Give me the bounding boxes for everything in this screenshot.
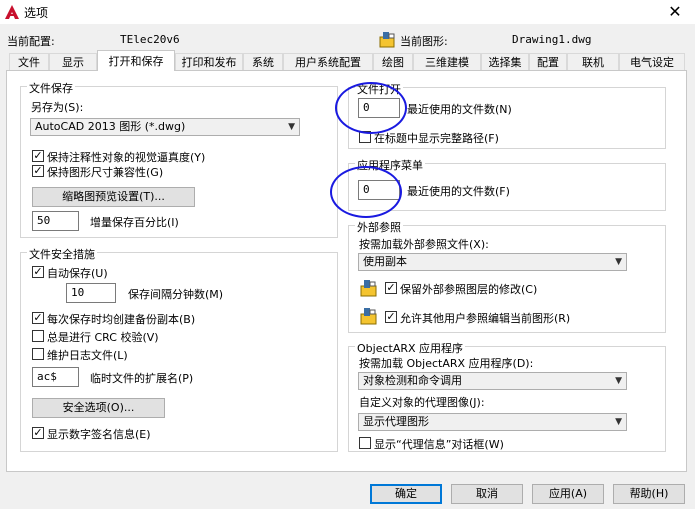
save-as-select[interactable]: AutoCAD 2013 图形 (*.dwg) ▼ <box>30 118 300 136</box>
title-bar <box>0 0 695 24</box>
objectarx-title: ObjectARX 应用程序 <box>355 340 466 356</box>
close-icon[interactable]: ✕ <box>660 1 690 23</box>
proxy-info-checkbox[interactable] <box>359 437 371 449</box>
save-as-value: AutoCAD 2013 图形 (*.dwg) <box>35 120 186 133</box>
temp-ext-label: 临时文件的扩展名(P) <box>90 372 194 385</box>
thumbnail-settings-button[interactable]: 缩略图预览设置(T)... <box>32 187 195 207</box>
tab-open-and-save[interactable]: 打开和保存 <box>97 50 175 71</box>
file-open-title: 文件打开 <box>355 81 403 97</box>
retain-xref-changes-checkbox[interactable]: ✓ <box>385 282 397 294</box>
keep-annotative-label: 保持注释性对象的视觉逼真度(Y) <box>47 151 206 164</box>
tab-files[interactable]: 文件 <box>9 53 49 70</box>
autosave-label: 自动保存(U) <box>47 267 108 280</box>
incremental-save-label: 增量保存百分比(I) <box>90 216 179 229</box>
autosave-minutes-label: 保存间隔分钟数(M) <box>128 288 224 301</box>
full-path-label: 在标题中显示完整路径(F) <box>374 132 499 145</box>
autosave-minutes-input[interactable]: 10 <box>66 283 116 303</box>
xref-demand-load-value: 使用副本 <box>363 255 407 268</box>
drawing-setting-icon <box>360 280 377 297</box>
backup-checkbox[interactable]: ✓ <box>32 312 44 324</box>
window-title: 选项 <box>24 6 49 20</box>
xref-demand-load-label: 按需加载外部参照文件(X): <box>359 238 489 251</box>
app-menu-recent-input[interactable]: 0 <box>358 180 400 200</box>
xref-title: 外部参照 <box>355 219 403 235</box>
keep-size-compat-checkbox[interactable]: ✓ <box>32 165 44 177</box>
autocad-app-icon <box>5 5 19 19</box>
tab-3d-modeling[interactable]: 三维建模 <box>413 53 481 70</box>
current-config-label: 当前配置: <box>7 35 55 48</box>
tab-online[interactable]: 联机 <box>567 53 619 70</box>
apply-button[interactable]: 应用(A) <box>532 484 604 504</box>
digital-signature-checkbox[interactable]: ✓ <box>32 427 44 439</box>
tab-selection[interactable]: 选择集 <box>481 53 529 70</box>
allow-edit-label: 允许其他用户参照编辑当前图形(R) <box>400 312 571 325</box>
arx-demand-load-value: 对象检测和命令调用 <box>363 374 462 387</box>
keep-size-compat-label: 保持图形尺寸兼容性(G) <box>47 166 164 179</box>
tab-system[interactable]: 系统 <box>243 53 283 70</box>
save-as-label: 另存为(S): <box>31 101 84 114</box>
tab-plot-and-publish[interactable]: 打印和发布 <box>175 53 243 70</box>
file-open-recent-input[interactable]: 0 <box>358 98 400 118</box>
drawing-setting-icon <box>360 308 377 325</box>
app-menu-title: 应用程序菜单 <box>355 157 425 173</box>
current-drawing-label: 当前图形: <box>400 35 448 48</box>
temp-ext-input[interactable]: ac$ <box>32 367 79 387</box>
xref-demand-load-select[interactable]: 使用副本 ▼ <box>358 253 627 271</box>
ok-button[interactable]: 确定 <box>370 484 442 504</box>
full-path-checkbox[interactable] <box>359 131 371 143</box>
proxy-info-label: 显示“代理信息”对话框(W) <box>374 438 504 451</box>
incremental-save-input[interactable]: 50 <box>32 211 79 231</box>
log-file-checkbox[interactable] <box>32 348 44 360</box>
crc-check-checkbox[interactable] <box>32 330 44 342</box>
app-menu-recent-label: 最近使用的文件数(F) <box>407 185 510 198</box>
tab-drafting[interactable]: 绘图 <box>373 53 413 70</box>
chevron-down-icon: ▼ <box>288 122 295 132</box>
proxy-images-label: 自定义对象的代理图像(J): <box>359 396 485 409</box>
chevron-down-icon: ▼ <box>615 376 622 386</box>
retain-xref-changes-label: 保留外部参照图层的修改(C) <box>400 283 538 296</box>
tab-electrical-settings[interactable]: 电气设定 <box>619 53 685 70</box>
drawing-file-icon <box>379 32 395 48</box>
proxy-images-select[interactable]: 显示代理图形 ▼ <box>358 413 627 431</box>
allow-edit-checkbox[interactable]: ✓ <box>385 311 397 323</box>
cancel-button[interactable]: 取消 <box>451 484 523 504</box>
file-save-title: 文件保存 <box>27 80 75 96</box>
chevron-down-icon: ▼ <box>615 417 622 427</box>
tab-display[interactable]: 显示 <box>49 53 97 70</box>
tab-profiles[interactable]: 配置 <box>529 53 567 70</box>
current-config-value: TElec20v6 <box>120 33 180 46</box>
digital-signature-label: 显示数字签名信息(E) <box>47 428 151 441</box>
file-open-recent-label: 最近使用的文件数(N) <box>407 103 512 116</box>
help-button[interactable]: 帮助(H) <box>613 484 685 504</box>
chevron-down-icon: ▼ <box>615 257 622 267</box>
current-drawing-value: Drawing1.dwg <box>512 33 592 46</box>
crc-check-label: 总是进行 CRC 校验(V) <box>47 331 159 344</box>
arx-demand-load-label: 按需加载 ObjectARX 应用程序(D): <box>359 357 534 370</box>
security-options-button[interactable]: 安全选项(O)... <box>32 398 165 418</box>
tab-user-preferences[interactable]: 用户系统配置 <box>283 53 373 70</box>
keep-annotative-checkbox[interactable]: ✓ <box>32 150 44 162</box>
log-file-label: 维护日志文件(L) <box>47 349 128 362</box>
backup-label: 每次保存时均创建备份副本(B) <box>47 313 196 326</box>
arx-demand-load-select[interactable]: 对象检测和命令调用 ▼ <box>358 372 627 390</box>
proxy-images-value: 显示代理图形 <box>363 415 429 428</box>
file-safety-title: 文件安全措施 <box>27 246 97 262</box>
autosave-checkbox[interactable]: ✓ <box>32 266 44 278</box>
